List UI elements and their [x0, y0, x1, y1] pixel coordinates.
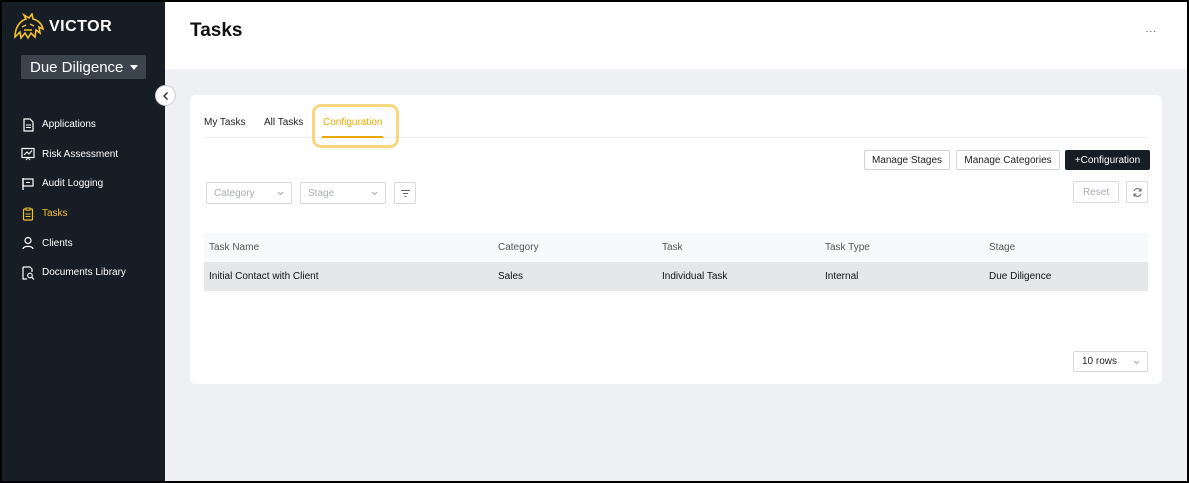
sidebar-item-audit-logging[interactable]: Audit Logging: [20, 169, 160, 199]
manage-categories-button[interactable]: Manage Categories: [956, 150, 1060, 170]
reset-button[interactable]: Reset: [1073, 181, 1119, 203]
stage-placeholder: Stage: [308, 187, 335, 199]
audit-icon: [20, 176, 36, 192]
sidebar-item-label: Audit Logging: [42, 178, 104, 190]
chevron-down-icon: [1133, 360, 1140, 365]
active-tab-indicator: [322, 136, 383, 138]
brand-name: VICTOR: [49, 18, 113, 35]
refresh-icon: [1133, 187, 1141, 197]
refresh-button[interactable]: [1126, 181, 1148, 203]
document-icon: [20, 117, 36, 133]
sidebar: VICTOR Due Diligence Applications Risk A…: [2, 2, 165, 481]
table-cell: Sales: [498, 271, 524, 282]
table-cell: Initial Contact with Client: [209, 271, 319, 282]
page-title: Tasks: [190, 20, 243, 41]
chart-icon: [20, 146, 36, 162]
column-header[interactable]: Task Name: [204, 242, 493, 253]
column-header[interactable]: Task Type: [820, 242, 984, 253]
tab-all-tasks[interactable]: All Tasks: [264, 117, 303, 128]
chevron-down-icon: [277, 191, 284, 196]
tab-bar: My Tasks All Tasks Configuration: [204, 104, 1148, 148]
chevron-left-icon: [162, 91, 168, 100]
sidebar-item-label: Documents Library: [42, 267, 126, 279]
sidebar-item-label: Clients: [42, 237, 73, 249]
chevron-down-icon: [371, 191, 378, 196]
sidebar-item-label: Applications: [42, 119, 96, 131]
manage-stages-button[interactable]: Manage Stages: [864, 150, 950, 170]
tasks-table: Task Name Category Task Task Type Stage …: [204, 233, 1148, 291]
sidebar-item-clients[interactable]: Clients: [20, 228, 160, 258]
sidebar-item-risk-assessment[interactable]: Risk Assessment: [20, 140, 160, 170]
caret-down-icon: [130, 64, 139, 70]
sidebar-nav: Applications Risk Assessment Audit Loggi…: [20, 110, 160, 288]
table-cell: Due Diligence: [989, 271, 1052, 282]
sidebar-item-label: Tasks: [42, 208, 68, 220]
app-window: VICTOR Due Diligence Applications Risk A…: [2, 2, 1187, 481]
sidebar-item-documents-library[interactable]: Documents Library: [20, 258, 160, 288]
category-filter-select[interactable]: Category: [206, 182, 292, 204]
tab-my-tasks[interactable]: My Tasks: [204, 117, 246, 128]
document-search-icon: [20, 265, 36, 281]
tab-configuration[interactable]: Configuration: [323, 117, 382, 128]
tasks-card: My Tasks All Tasks Configuration Manage …: [190, 95, 1162, 384]
column-header[interactable]: Stage: [984, 242, 1148, 253]
lion-logo-icon: [14, 13, 45, 40]
table-cell: Individual Task: [662, 271, 728, 282]
page-header: Tasks ...: [165, 2, 1187, 69]
rows-per-page-value: 10 rows: [1082, 356, 1118, 367]
column-header[interactable]: Task: [657, 242, 820, 253]
workspace-dropdown[interactable]: Due Diligence: [21, 55, 146, 79]
add-configuration-button[interactable]: +Configuration: [1065, 150, 1150, 170]
filter-button[interactable]: [394, 182, 416, 204]
rows-per-page-select[interactable]: 10 rows: [1073, 351, 1148, 372]
brand-logo[interactable]: VICTOR: [12, 12, 112, 42]
sidebar-item-applications[interactable]: Applications: [20, 110, 160, 140]
table-header: Task Name Category Task Task Type Stage: [204, 233, 1148, 262]
more-options-button[interactable]: ...: [1146, 24, 1157, 35]
filter-icon: [400, 189, 410, 197]
sidebar-item-label: Risk Assessment: [42, 148, 119, 160]
table-cell: Internal: [825, 271, 859, 282]
category-placeholder: Category: [214, 187, 255, 199]
stage-filter-select[interactable]: Stage: [300, 182, 386, 204]
column-header[interactable]: Category: [493, 242, 657, 253]
clipboard-icon: [20, 206, 36, 222]
sidebar-item-tasks[interactable]: Tasks: [20, 199, 160, 229]
user-icon: [20, 235, 36, 251]
workspace-label: Due Diligence: [30, 58, 124, 76]
sidebar-collapse-button[interactable]: [155, 85, 176, 106]
table-row[interactable]: Initial Contact with Client Sales Indivi…: [204, 262, 1148, 291]
